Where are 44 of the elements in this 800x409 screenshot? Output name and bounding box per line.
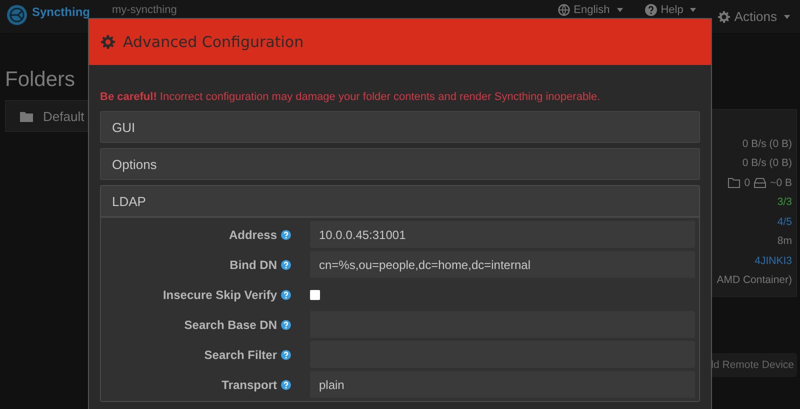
field-label: Transport (220, 378, 277, 392)
folder-icon (20, 110, 33, 122)
field-label: Search Base DN (183, 318, 277, 332)
section-header[interactable]: LDAP (101, 186, 699, 217)
field-label: Insecure Skip Verify (162, 288, 277, 302)
folder-name: Default (43, 108, 84, 124)
menu-button[interactable]: English (558, 4, 623, 16)
field-label: Bind DN (228, 258, 277, 272)
device-info: AMD Container) (716, 274, 792, 286)
logo-icon (6, 4, 28, 26)
help-icon (644, 4, 657, 16)
size-total: ~0 B (770, 176, 792, 189)
section-header[interactable]: GUI (101, 112, 699, 142)
help-icon[interactable] (281, 290, 291, 300)
help-icon[interactable] (281, 380, 291, 390)
device-info: 0 B/s (0 B) (742, 157, 792, 170)
section-header[interactable]: Options (101, 149, 699, 179)
device-info: 3/3 (777, 196, 792, 208)
folders-heading: Folders (5, 68, 76, 92)
help-icon[interactable] (281, 230, 291, 240)
drive-icon (754, 178, 766, 188)
help-icon[interactable] (281, 260, 291, 270)
menu-button[interactable]: Help (644, 4, 696, 16)
gear-icon (718, 10, 730, 22)
folder-count: 0 (744, 176, 750, 189)
input-field[interactable]: 10.0.0.45:31001 (310, 221, 695, 248)
help-icon[interactable] (281, 350, 291, 360)
device-name: my-syncthing (112, 4, 177, 16)
menu-button[interactable]: Actions (718, 9, 790, 24)
device-info: 8m (777, 235, 792, 248)
input-field[interactable]: cn=%s,ou=people,dc=home,dc=internal (310, 251, 695, 278)
help-icon[interactable] (281, 320, 291, 330)
brand-name[interactable]: Syncthing (32, 5, 90, 19)
device-info: 4/5 (777, 216, 792, 228)
warning-text: Be careful! Incorrect configuration may damage your folder contents and render Syncthing inoperable. (100, 91, 602, 103)
device-info: 0 B/s (0 B) (742, 138, 792, 150)
folder-icon (728, 178, 740, 188)
checkbox[interactable] (310, 290, 320, 300)
globe-icon (558, 4, 570, 16)
dialog-title: Advanced Configuration (123, 33, 304, 51)
field-label: Search Filter (203, 348, 277, 362)
field-label: Address (228, 228, 277, 242)
input-field[interactable]: plain (310, 371, 695, 398)
device-info: 4JINKI3 (754, 254, 792, 267)
